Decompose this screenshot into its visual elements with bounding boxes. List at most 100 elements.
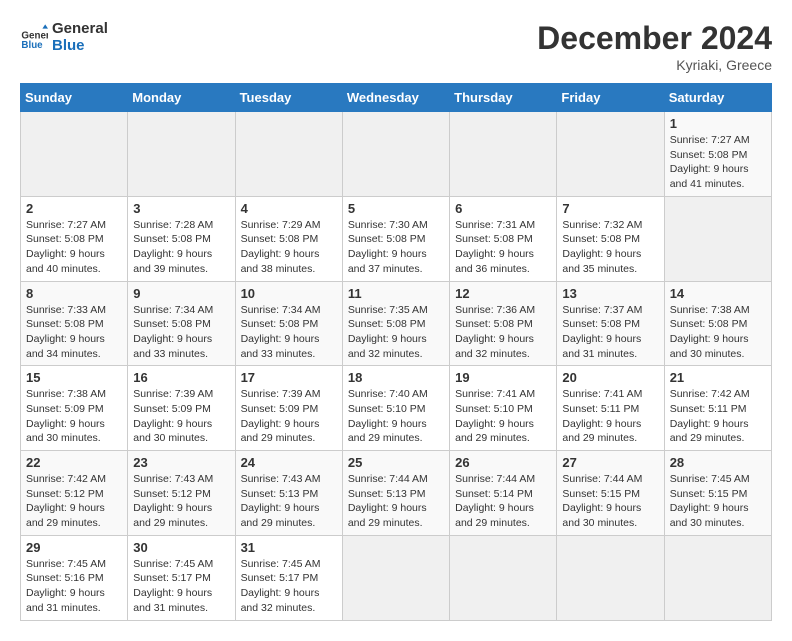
day-number: 19 [455,370,551,385]
day-info: Sunrise: 7:45 AMSunset: 5:15 PMDaylight:… [670,472,766,531]
day-number: 3 [133,201,229,216]
logo-icon: General Blue [20,23,48,51]
day-header-wednesday: Wednesday [342,84,449,112]
day-info: Sunrise: 7:39 AMSunset: 5:09 PMDaylight:… [133,387,229,446]
page-header: General Blue General Blue December 2024 … [20,20,772,73]
day-info: Sunrise: 7:36 AMSunset: 5:08 PMDaylight:… [455,303,551,362]
day-number: 12 [455,286,551,301]
day-info: Sunrise: 7:43 AMSunset: 5:13 PMDaylight:… [241,472,337,531]
day-number: 2 [26,201,122,216]
day-cell: 24 Sunrise: 7:43 AMSunset: 5:13 PMDayligh… [235,451,342,536]
day-number: 28 [670,455,766,470]
day-number: 6 [455,201,551,216]
day-number: 25 [348,455,444,470]
day-number: 31 [241,540,337,555]
day-header-sunday: Sunday [21,84,128,112]
calendar-week-1: 1Sunrise: 7:27 AMSunset: 5:08 PMDaylight… [21,112,772,197]
day-number: 10 [241,286,337,301]
day-cell-1: 1Sunrise: 7:27 AMSunset: 5:08 PMDaylight… [664,112,771,197]
day-info: Sunrise: 7:33 AMSunset: 5:08 PMDaylight:… [26,303,122,362]
day-info: Sunrise: 7:40 AMSunset: 5:10 PMDaylight:… [348,387,444,446]
day-info: Sunrise: 7:28 AMSunset: 5:08 PMDaylight:… [133,218,229,277]
month-title: December 2024 [537,20,772,57]
day-info: Sunrise: 7:42 AMSunset: 5:12 PMDaylight:… [26,472,122,531]
day-number: 14 [670,286,766,301]
day-cell: 11Sunrise: 7:35 AMSunset: 5:08 PMDayligh… [342,281,449,366]
day-info: Sunrise: 7:45 AMSunset: 5:16 PMDaylight:… [26,557,122,616]
day-cell [557,535,664,620]
day-info: Sunrise: 7:27 AMSunset: 5:08 PMDaylight:… [26,218,122,277]
day-info: Sunrise: 7:43 AMSunset: 5:12 PMDaylight:… [133,472,229,531]
day-cell: 29 Sunrise: 7:45 AMSunset: 5:16 PMDayligh… [21,535,128,620]
calendar-week-2: 2 Sunrise: 7:27 AMSunset: 5:08 PMDaylight… [21,196,772,281]
day-info: Sunrise: 7:42 AMSunset: 5:11 PMDaylight:… [670,387,766,446]
day-header-monday: Monday [128,84,235,112]
day-cell: 20 Sunrise: 7:41 AMSunset: 5:11 PMDayligh… [557,366,664,451]
day-cell: 21 Sunrise: 7:42 AMSunset: 5:11 PMDayligh… [664,366,771,451]
day-number: 8 [26,286,122,301]
day-cell [342,535,449,620]
day-info: Sunrise: 7:41 AMSunset: 5:10 PMDaylight:… [455,387,551,446]
title-block: December 2024 Kyriaki, Greece [537,20,772,73]
day-number: 4 [241,201,337,216]
day-cell: 10 Sunrise: 7:34 AMSunset: 5:08 PMDayligh… [235,281,342,366]
day-cell: 9Sunrise: 7:34 AMSunset: 5:08 PMDaylight… [128,281,235,366]
day-header-saturday: Saturday [664,84,771,112]
day-cell: 12 Sunrise: 7:36 AMSunset: 5:08 PMDayligh… [450,281,557,366]
day-header-tuesday: Tuesday [235,84,342,112]
day-info: Sunrise: 7:35 AMSunset: 5:08 PMDaylight:… [348,303,444,362]
logo: General Blue General Blue [20,20,108,54]
day-cell: 31 Sunrise: 7:45 AMSunset: 5:17 PMDayligh… [235,535,342,620]
header-row: SundayMondayTuesdayWednesdayThursdayFrid… [21,84,772,112]
day-number: 27 [562,455,658,470]
day-info: Sunrise: 7:39 AMSunset: 5:09 PMDaylight:… [241,387,337,446]
day-cell: 7Sunrise: 7:32 AMSunset: 5:08 PMDaylight… [557,196,664,281]
calendar-week-4: 15Sunrise: 7:38 AMSunset: 5:09 PMDayligh… [21,366,772,451]
day-number: 30 [133,540,229,555]
day-number: 21 [670,370,766,385]
day-info: Sunrise: 7:34 AMSunset: 5:08 PMDaylight:… [241,303,337,362]
calendar-week-3: 8 Sunrise: 7:33 AMSunset: 5:08 PMDaylight… [21,281,772,366]
day-number: 26 [455,455,551,470]
calendar-table: SundayMondayTuesdayWednesdayThursdayFrid… [20,83,772,621]
day-number: 5 [348,201,444,216]
day-info: Sunrise: 7:44 AMSunset: 5:15 PMDaylight:… [562,472,658,531]
location: Kyriaki, Greece [537,57,772,73]
day-cell: 14Sunrise: 7:38 AMSunset: 5:08 PMDayligh… [664,281,771,366]
logo-blue: Blue [52,37,108,54]
day-info: Sunrise: 7:45 AMSunset: 5:17 PMDaylight:… [241,557,337,616]
day-cell: 22 Sunrise: 7:42 AMSunset: 5:12 PMDayligh… [21,451,128,536]
day-info: Sunrise: 7:37 AMSunset: 5:08 PMDaylight:… [562,303,658,362]
day-number: 15 [26,370,122,385]
day-info: Sunrise: 7:30 AMSunset: 5:08 PMDaylight:… [348,218,444,277]
day-cell: 3 Sunrise: 7:28 AMSunset: 5:08 PMDaylight… [128,196,235,281]
day-cell: 2 Sunrise: 7:27 AMSunset: 5:08 PMDaylight… [21,196,128,281]
day-info: Sunrise: 7:41 AMSunset: 5:11 PMDaylight:… [562,387,658,446]
day-cell: 19 Sunrise: 7:41 AMSunset: 5:10 PMDayligh… [450,366,557,451]
day-number: 20 [562,370,658,385]
day-info: Sunrise: 7:29 AMSunset: 5:08 PMDaylight:… [241,218,337,277]
day-cell: 25 Sunrise: 7:44 AMSunset: 5:13 PMDayligh… [342,451,449,536]
day-cell: 23Sunrise: 7:43 AMSunset: 5:12 PMDayligh… [128,451,235,536]
day-info: Sunrise: 7:44 AMSunset: 5:13 PMDaylight:… [348,472,444,531]
day-number: 18 [348,370,444,385]
day-cell: 27 Sunrise: 7:44 AMSunset: 5:15 PMDayligh… [557,451,664,536]
day-number: 29 [26,540,122,555]
day-cell: 30Sunrise: 7:45 AMSunset: 5:17 PMDayligh… [128,535,235,620]
day-cell: 5 Sunrise: 7:30 AMSunset: 5:08 PMDaylight… [342,196,449,281]
day-info: Sunrise: 7:34 AMSunset: 5:08 PMDaylight:… [133,303,229,362]
day-info: Sunrise: 7:44 AMSunset: 5:14 PMDaylight:… [455,472,551,531]
day-number: 13 [562,286,658,301]
day-cell [450,535,557,620]
empty-cell [128,112,235,197]
day-number: 22 [26,455,122,470]
day-number: 7 [562,201,658,216]
calendar-week-5: 22 Sunrise: 7:42 AMSunset: 5:12 PMDayligh… [21,451,772,536]
day-number: 24 [241,455,337,470]
empty-cell [342,112,449,197]
calendar-body: 1Sunrise: 7:27 AMSunset: 5:08 PMDaylight… [21,112,772,621]
day-cell: 8 Sunrise: 7:33 AMSunset: 5:08 PMDaylight… [21,281,128,366]
day-info: Sunrise: 7:31 AMSunset: 5:08 PMDaylight:… [455,218,551,277]
empty-cell [21,112,128,197]
empty-cell [557,112,664,197]
